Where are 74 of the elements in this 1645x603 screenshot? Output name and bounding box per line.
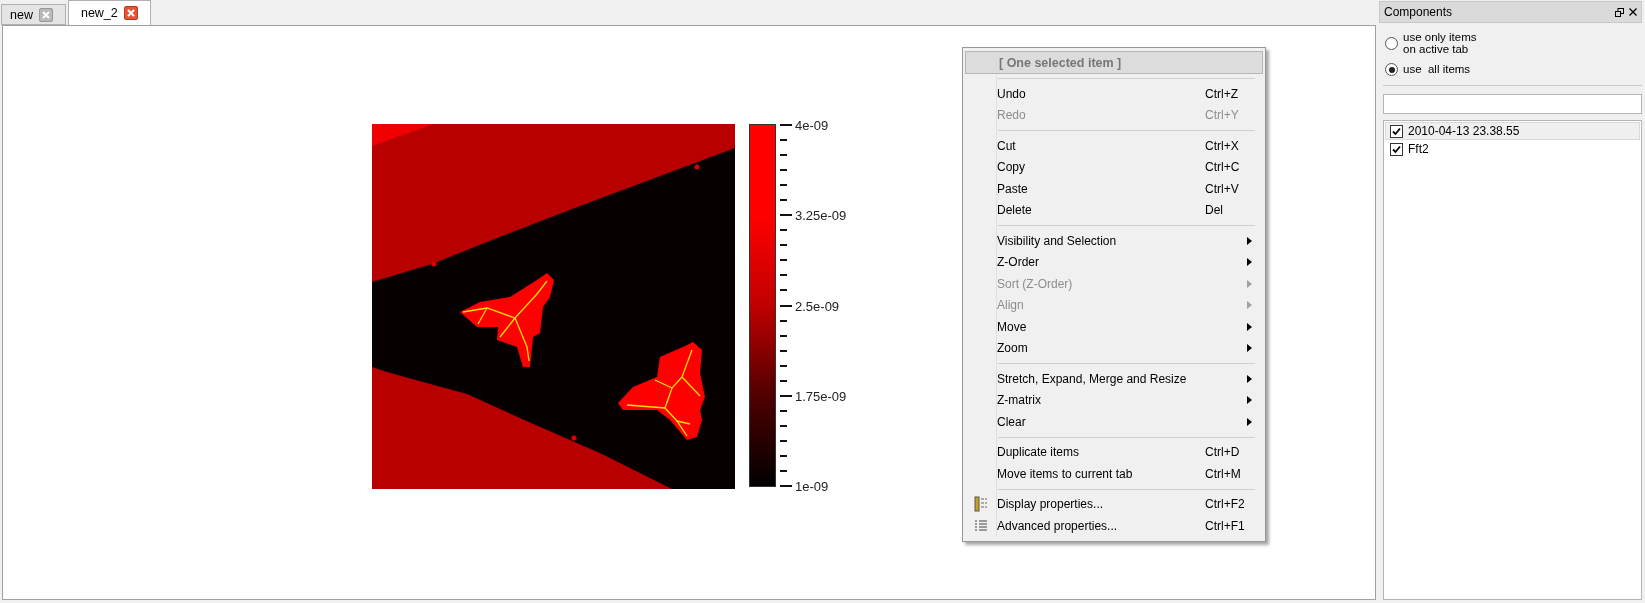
menu-item[interactable]: Visibility and Selection xyxy=(965,230,1263,252)
menu-item[interactable]: Z-matrix xyxy=(965,389,1263,411)
colorbar-label: 1.75e-09 xyxy=(795,388,847,404)
menu-header: [ One selected item ] xyxy=(965,51,1263,74)
menu-item[interactable]: Duplicate items Ctrl+D xyxy=(965,441,1263,463)
tick-mark xyxy=(780,364,787,367)
submenu-arrow-icon xyxy=(1247,417,1252,426)
menu-item[interactable]: Undo Ctrl+Z xyxy=(965,83,1263,105)
tick-mark xyxy=(780,274,787,277)
list-icon xyxy=(973,517,989,534)
submenu-arrow-icon xyxy=(1247,322,1252,331)
tick-mark xyxy=(780,199,787,202)
tick-mark xyxy=(780,469,787,472)
close-icon[interactable] xyxy=(1629,8,1637,16)
tick-mark xyxy=(780,244,787,247)
tick-mark xyxy=(780,169,787,172)
tick-mark xyxy=(780,304,792,307)
restore-icon[interactable] xyxy=(1615,7,1624,17)
component-item[interactable]: 2010-04-13 23.38.55 xyxy=(1385,122,1640,140)
tick-mark xyxy=(780,334,787,337)
tick-mark xyxy=(780,289,787,292)
tick-mark xyxy=(780,485,792,487)
colorbar-label: 1e-09 xyxy=(795,478,829,494)
scope-radio[interactable]: use only items on active tab xyxy=(1379,31,1642,55)
tick-mark xyxy=(780,184,787,187)
tick-mark xyxy=(780,394,792,397)
menu-item[interactable]: Display properties... Ctrl+F2 xyxy=(965,493,1263,515)
menu-item[interactable]: Clear xyxy=(965,411,1263,433)
tick-mark xyxy=(780,409,787,412)
bright-corner xyxy=(372,124,434,146)
colorbar-icon xyxy=(973,496,989,513)
checkbox[interactable] xyxy=(1390,124,1403,138)
submenu-arrow-icon xyxy=(1247,258,1252,267)
tick-mark xyxy=(780,259,787,262)
submenu-arrow-icon xyxy=(1247,301,1252,310)
panel-title: Components xyxy=(1384,5,1453,19)
scope-radio[interactable]: use all items xyxy=(1379,63,1642,76)
document-tab[interactable]: new xyxy=(1,4,66,25)
submenu-arrow-icon xyxy=(1247,279,1252,288)
tick-mark xyxy=(780,154,787,157)
menu-item[interactable]: Zoom xyxy=(965,337,1263,359)
submenu-arrow-icon xyxy=(1247,396,1252,405)
menu-item[interactable]: Advanced properties... Ctrl+F1 xyxy=(965,515,1263,537)
speck-dot xyxy=(431,261,437,267)
tick-mark xyxy=(780,139,787,142)
menu-item[interactable]: Cut Ctrl+X xyxy=(965,135,1263,157)
menu-item[interactable]: Move items to current tab Ctrl+M xyxy=(965,463,1263,485)
menu-item[interactable]: Move xyxy=(965,316,1263,338)
colorbar-label: 3.25e-09 xyxy=(795,207,847,223)
submenu-arrow-icon xyxy=(1247,374,1252,383)
filter-field[interactable] xyxy=(1383,94,1642,114)
tick-mark xyxy=(780,439,787,442)
document-tab[interactable]: new_2 xyxy=(67,0,151,25)
tick-mark xyxy=(780,214,792,217)
component-item[interactable]: Fft2 xyxy=(1385,140,1640,158)
menu-item[interactable]: Z-Order xyxy=(965,251,1263,273)
colorbar-label: 4e-09 xyxy=(795,117,829,133)
tick-mark xyxy=(780,379,787,382)
colorbar-label: 2.5e-09 xyxy=(795,298,840,313)
tick-mark xyxy=(780,454,787,457)
speck-dot xyxy=(694,164,700,170)
menu-item[interactable]: Stretch, Expand, Merge and Resize xyxy=(965,368,1263,390)
tick-mark xyxy=(780,424,787,427)
menu-item[interactable]: Paste Ctrl+V xyxy=(965,178,1263,200)
tick-mark xyxy=(780,319,787,322)
tick-mark xyxy=(780,124,792,126)
tick-mark xyxy=(780,229,787,232)
checkbox[interactable] xyxy=(1390,142,1403,156)
menu-item[interactable]: Delete Del xyxy=(965,199,1263,221)
speck-dot xyxy=(571,435,577,441)
menu-item[interactable]: Copy Ctrl+C xyxy=(965,156,1263,178)
submenu-arrow-icon xyxy=(1247,236,1252,245)
tick-mark xyxy=(780,349,787,352)
submenu-arrow-icon xyxy=(1247,344,1252,353)
